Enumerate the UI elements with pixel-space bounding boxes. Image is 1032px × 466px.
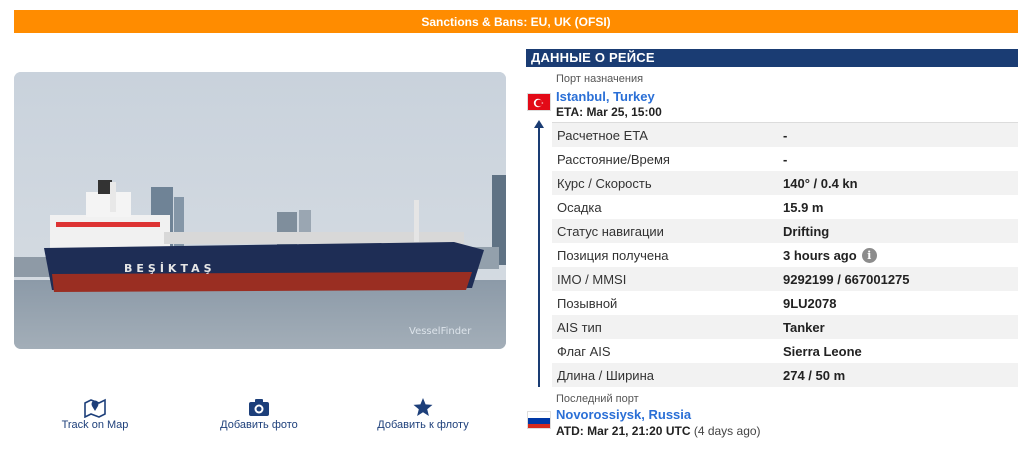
add-photo-label: Добавить фото bbox=[220, 419, 298, 431]
detail-key: Длина / Ширина bbox=[557, 367, 654, 383]
star-icon bbox=[353, 396, 493, 418]
detail-value: Drifting bbox=[783, 223, 830, 239]
detail-key: IMO / MMSI bbox=[557, 271, 627, 287]
detail-row-nav-status: Статус навигации Drifting bbox=[552, 219, 1018, 243]
info-icon[interactable]: i bbox=[861, 247, 877, 263]
detail-value: 3 hours ago i bbox=[783, 247, 877, 263]
destination-port-name[interactable]: Istanbul, Turkey bbox=[556, 89, 655, 104]
destination-city-link[interactable]: Istanbul bbox=[556, 89, 606, 104]
detail-key: Расстояние/Время bbox=[557, 151, 670, 167]
photo-watermark: VesselFinder bbox=[409, 326, 472, 337]
hull-name-text: BEŞİKTAŞ bbox=[124, 261, 216, 275]
add-to-fleet-button[interactable]: Добавить к флоту bbox=[353, 396, 493, 431]
vessel-photo-image: BEŞİKTAŞ VesselFinder bbox=[14, 72, 506, 349]
last-port-country-link[interactable]: Russia bbox=[649, 407, 692, 422]
detail-key: Статус навигации bbox=[557, 223, 664, 239]
detail-value: 9LU2078 bbox=[783, 295, 837, 311]
detail-row-callsign: Позывной 9LU2078 bbox=[552, 291, 1018, 315]
detail-value: 274 / 50 m bbox=[783, 367, 846, 383]
voyage-details-table: Расчетное ETA - Расстояние/Время - Курс … bbox=[552, 122, 1018, 387]
turkey-flag-icon bbox=[527, 93, 551, 111]
detail-row-imo-mmsi: IMO / MMSI 9292199 / 667001275 bbox=[552, 267, 1018, 291]
map-pin-icon bbox=[25, 396, 165, 418]
detail-row-distance-time: Расстояние/Время - bbox=[552, 147, 1018, 171]
vessel-photo[interactable]: BEŞİKTAŞ VesselFinder bbox=[14, 72, 506, 349]
voyage-details-rows: Расчетное ETA - Расстояние/Время - Курс … bbox=[552, 123, 1018, 387]
sanctions-banner: Sanctions & Bans: EU, UK (OFSI) bbox=[14, 10, 1018, 33]
detail-key: Позиция получена bbox=[557, 247, 669, 263]
detail-row-position-received: Позиция получена 3 hours ago i bbox=[552, 243, 1018, 267]
last-port-atd-note: (4 days ago) bbox=[693, 424, 761, 438]
route-line bbox=[538, 125, 540, 387]
last-port-city-link[interactable]: Novorossiysk bbox=[556, 407, 641, 422]
destination-port-label: Порт назначения bbox=[556, 73, 644, 85]
detail-key: Флаг AIS bbox=[557, 343, 611, 359]
voyage-data-panel: ДАННЫЕ О РЕЙСЕ Порт назначения Istanbul,… bbox=[526, 49, 1018, 438]
detail-key: Осадка bbox=[557, 199, 602, 215]
detail-value: Tanker bbox=[783, 319, 825, 335]
destination-country-link[interactable]: Turkey bbox=[613, 89, 655, 104]
add-to-fleet-label: Добавить к флоту bbox=[377, 419, 469, 431]
destination-eta: ETA: Mar 25, 15:00 bbox=[556, 105, 662, 119]
detail-value: - bbox=[783, 151, 788, 167]
detail-value: - bbox=[783, 127, 788, 143]
detail-value: 9292199 / 667001275 bbox=[783, 271, 910, 287]
detail-row-calc-eta: Расчетное ETA - bbox=[552, 123, 1018, 147]
detail-key: Курс / Скорость bbox=[557, 175, 652, 191]
sanctions-banner-text: Sanctions & Bans: EU, UK (OFSI) bbox=[421, 14, 611, 29]
detail-key: Позывной bbox=[557, 295, 618, 311]
track-on-map-button[interactable]: Track on Map bbox=[25, 396, 165, 431]
camera-icon bbox=[189, 396, 329, 418]
track-on-map-label: Track on Map bbox=[61, 419, 129, 431]
add-photo-button[interactable]: Добавить фото bbox=[189, 396, 329, 431]
russia-flag-icon bbox=[527, 411, 551, 429]
detail-row-course-speed: Курс / Скорость 140° / 0.4 kn bbox=[552, 171, 1018, 195]
detail-value: 140° / 0.4 kn bbox=[783, 175, 858, 191]
position-received-value: 3 hours ago bbox=[783, 247, 857, 263]
detail-row-draught: Осадка 15.9 m bbox=[552, 195, 1018, 219]
detail-row-ais-flag: Флаг AIS Sierra Leone bbox=[552, 339, 1018, 363]
last-port-atd-value: ATD: Mar 21, 21:20 UTC bbox=[556, 424, 691, 438]
last-port-name[interactable]: Novorossiysk, Russia bbox=[556, 407, 691, 422]
detail-row-length-beam: Длина / Ширина 274 / 50 m bbox=[552, 363, 1018, 387]
detail-key: Расчетное ETA bbox=[557, 127, 648, 143]
last-port-atd: ATD: Mar 21, 21:20 UTC (4 days ago) bbox=[556, 424, 761, 438]
detail-value: 15.9 m bbox=[783, 199, 824, 215]
last-port-label: Последний порт bbox=[556, 393, 639, 405]
detail-value: Sierra Leone bbox=[783, 343, 862, 359]
detail-key: AIS тип bbox=[557, 319, 602, 335]
vessel-actions: Track on Map Добавить фото Добавить к фл… bbox=[14, 396, 506, 446]
detail-row-ais-type: AIS тип Tanker bbox=[552, 315, 1018, 339]
voyage-header: ДАННЫЕ О РЕЙСЕ bbox=[526, 49, 1018, 67]
